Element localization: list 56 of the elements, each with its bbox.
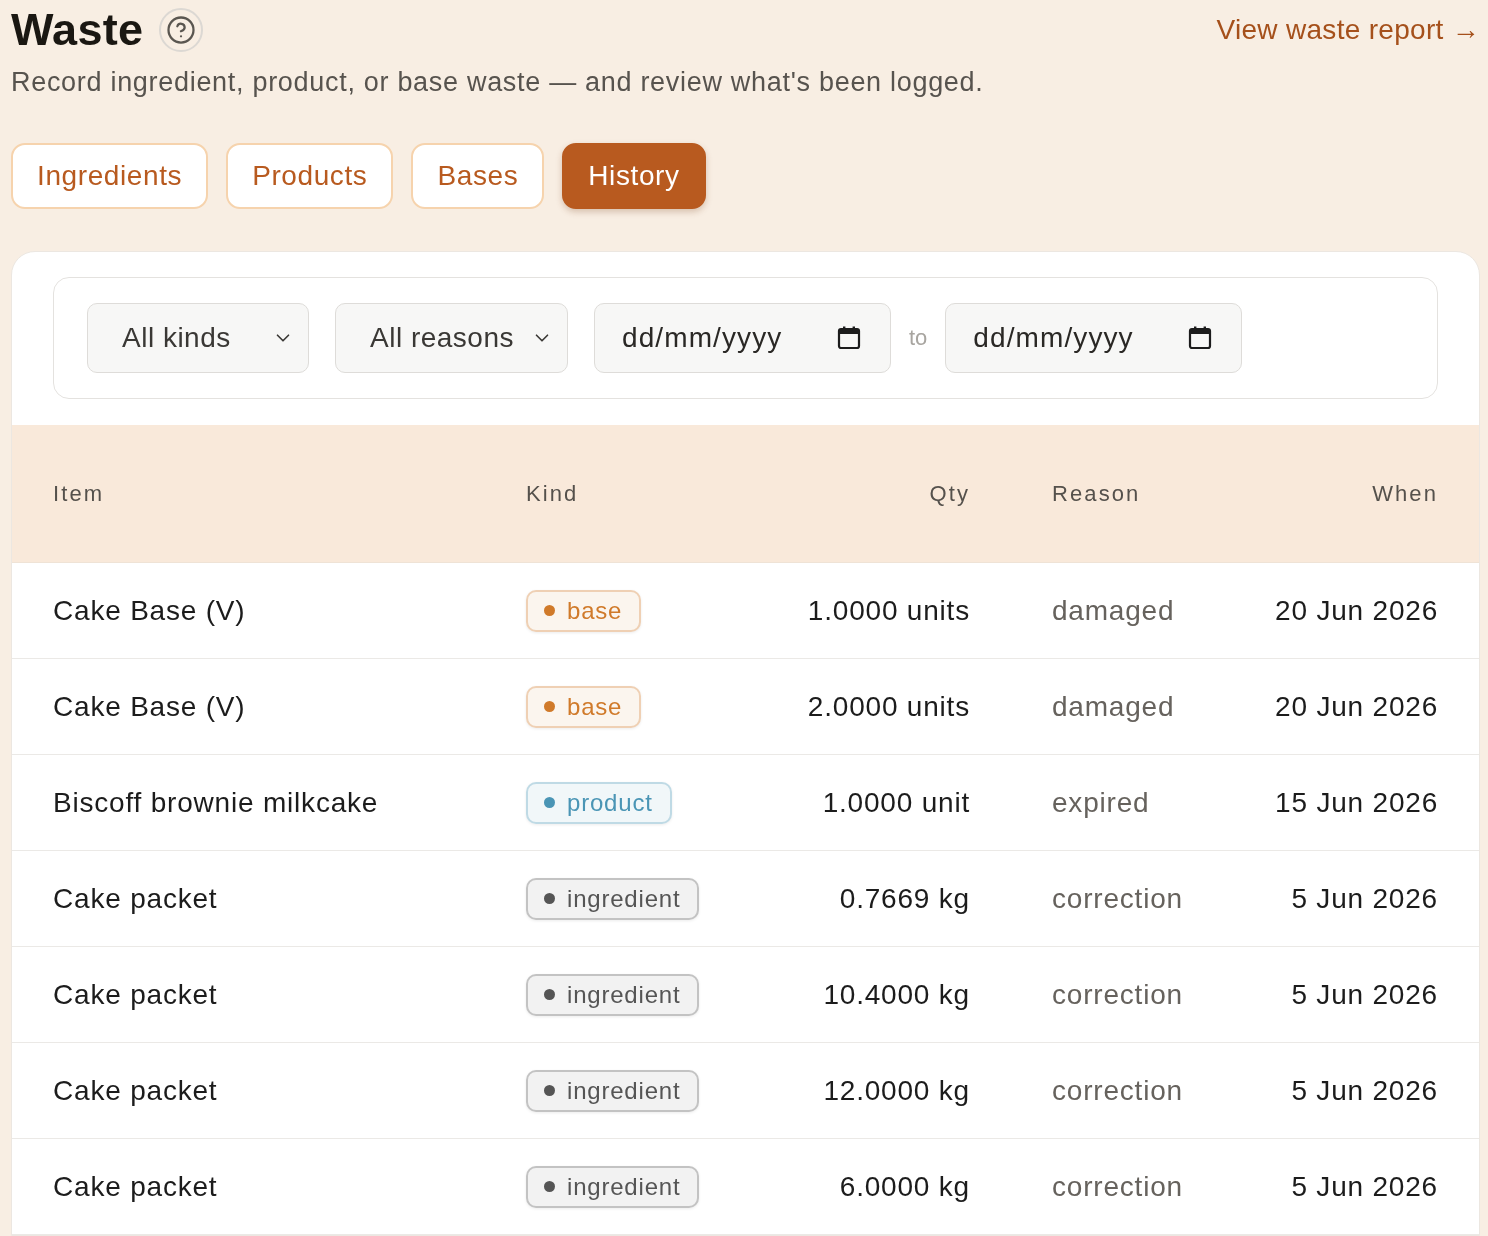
kind-dropdown[interactable]: All kinds xyxy=(87,303,309,373)
table-cell-text: 1.0000 units xyxy=(806,594,970,627)
table-cell-text: damaged xyxy=(1051,690,1176,723)
tab[interactable]: Products xyxy=(226,143,394,209)
table-cell-text: Biscoff brownie milkcake xyxy=(53,786,380,819)
table-cell-text: 10.4000 kg xyxy=(822,978,970,1011)
report-link[interactable]: View waste report → xyxy=(1216,13,1480,47)
table-cell-text: expired xyxy=(1051,786,1151,819)
table-cell-text: Cake packet xyxy=(53,1170,219,1203)
page-subtitle: Record ingredient, product, or base waste — and review what's been logged. xyxy=(11,66,985,99)
range-separator: to xyxy=(909,325,928,351)
help-button[interactable] xyxy=(159,8,204,52)
table-cell-text: correction xyxy=(1051,882,1184,915)
table-cell-text: 6.0000 kg xyxy=(838,1170,970,1203)
kind-tag: base xyxy=(526,589,642,632)
column-header: Reason xyxy=(1051,480,1142,507)
calendar-icon[interactable] xyxy=(1188,326,1213,350)
kind-tag: ingredient xyxy=(526,877,700,920)
help-icon[interactable] xyxy=(166,15,197,45)
table-cell-text: 5 Jun 2026 xyxy=(1290,978,1438,1011)
kind-tag: ingredient xyxy=(526,973,700,1016)
tab[interactable]: History xyxy=(562,143,706,209)
date-field[interactable]: dd/mm/yyyy xyxy=(594,303,891,373)
column-header: Qty xyxy=(928,480,970,507)
table-cell-text: 20 Jun 2026 xyxy=(1274,690,1438,723)
column-header: Item xyxy=(53,480,106,507)
table-cell-text: correction xyxy=(1051,1074,1184,1107)
table-cell-text: Cake Base (V) xyxy=(53,690,247,723)
table-cell-text: 5 Jun 2026 xyxy=(1290,1170,1438,1203)
table-cell-text: 20 Jun 2026 xyxy=(1274,594,1438,627)
page-title: Waste xyxy=(11,4,144,56)
table-cell-text: 1.0000 unit xyxy=(821,786,970,819)
table-cell-text: 15 Jun 2026 xyxy=(1274,786,1438,819)
reason-dropdown[interactable]: All reasons xyxy=(335,303,568,373)
tab[interactable]: Ingredients xyxy=(11,143,209,209)
kind-tag: ingredient xyxy=(526,1069,700,1112)
table-cell-text: correction xyxy=(1051,1170,1184,1203)
tab[interactable]: Bases xyxy=(411,143,545,209)
kind-tag: product xyxy=(526,781,672,824)
kind-tag: ingredient xyxy=(526,1165,700,1208)
table-cell-text: Cake packet xyxy=(53,1074,219,1107)
table-cell-text: 5 Jun 2026 xyxy=(1290,1074,1438,1107)
table-cell-text: Cake packet xyxy=(53,882,219,915)
table-cell-text: Cake packet xyxy=(53,978,219,1011)
kind-tag: base xyxy=(526,685,642,728)
table-cell-text: 5 Jun 2026 xyxy=(1290,882,1438,915)
table-cell-text: correction xyxy=(1051,978,1184,1011)
table-cell-text: 2.0000 units xyxy=(806,690,970,723)
table-cell-text: Cake Base (V) xyxy=(53,594,247,627)
table-cell-text: 12.0000 kg xyxy=(822,1074,970,1107)
table-cell-text: 0.7669 kg xyxy=(838,882,970,915)
calendar-icon[interactable] xyxy=(837,326,861,350)
column-header: Kind xyxy=(526,480,580,507)
column-header: When xyxy=(1371,480,1438,507)
table-cell-text: damaged xyxy=(1051,594,1176,627)
date-field[interactable]: dd/mm/yyyy xyxy=(945,303,1243,373)
